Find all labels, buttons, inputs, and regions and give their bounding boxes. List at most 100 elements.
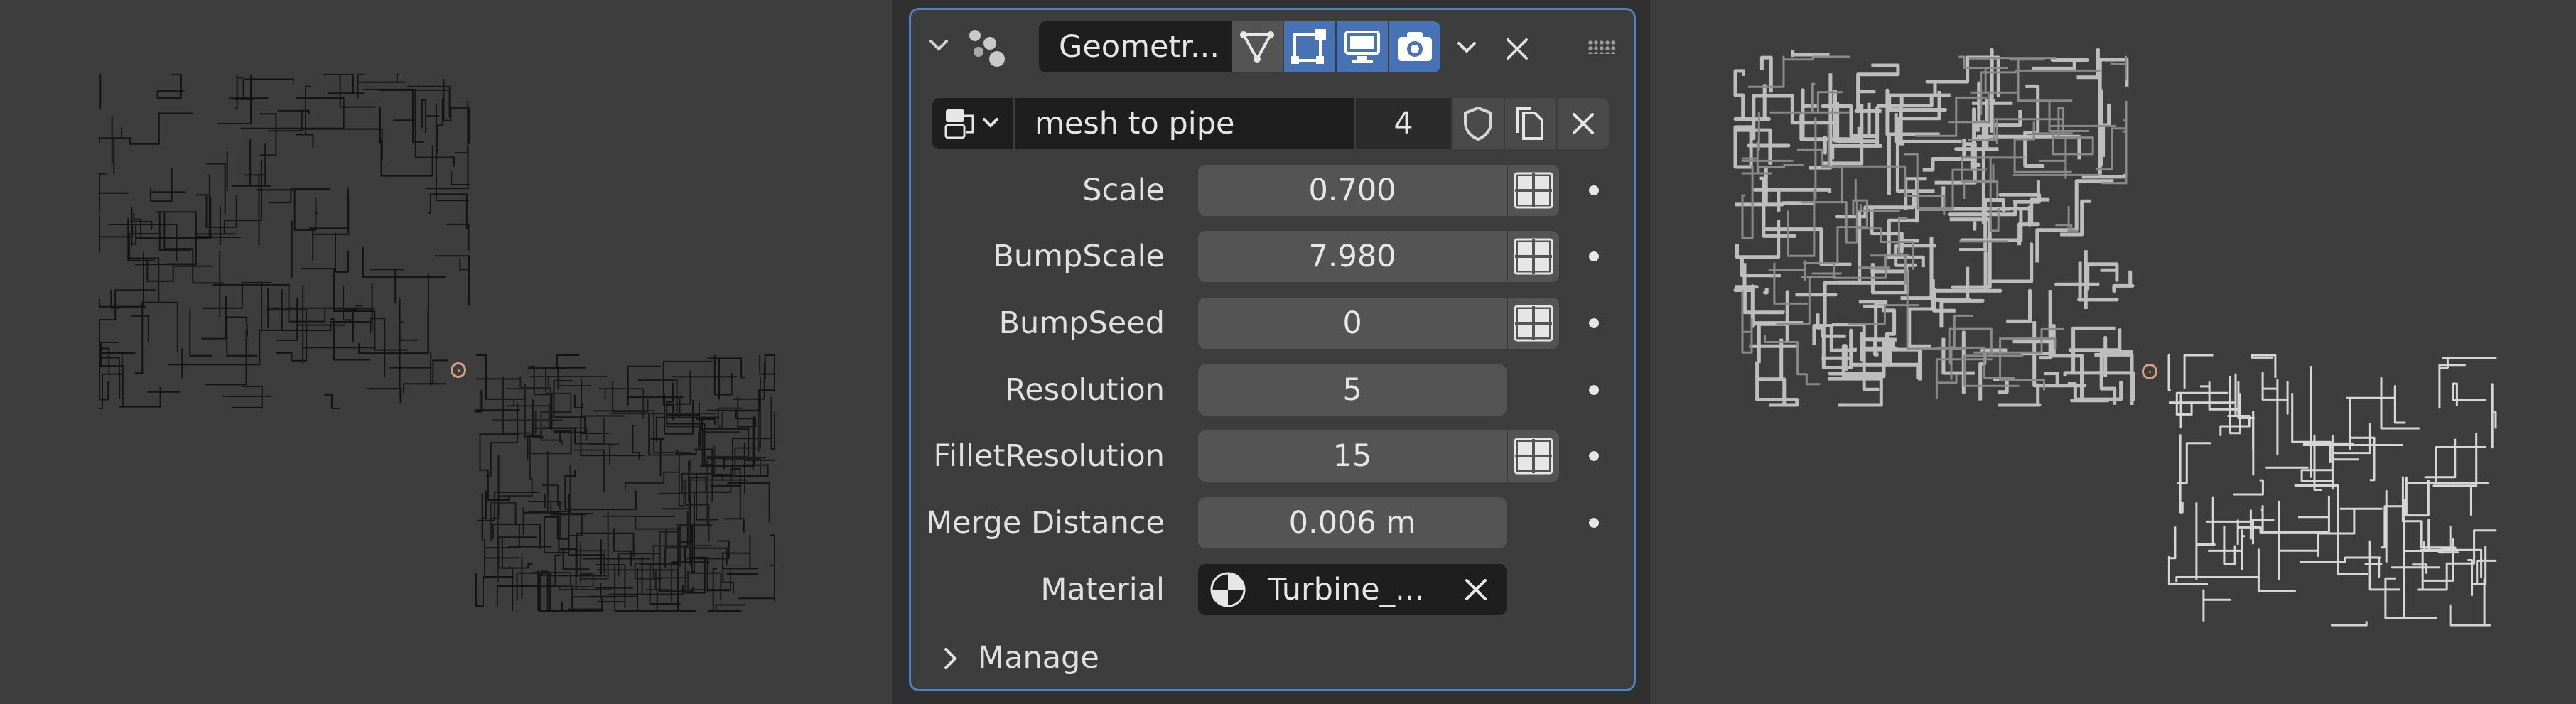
mesh-edge	[259, 113, 277, 156]
show-in-render-toggle[interactable]	[1389, 21, 1440, 72]
mesh-edge	[1836, 199, 1868, 264]
mesh-edge	[1757, 338, 1787, 405]
bumpseed-field[interactable]: 0	[1198, 298, 1507, 349]
mesh-edge	[506, 376, 608, 390]
on-cage-toggle[interactable]	[1284, 21, 1335, 72]
mesh-edge	[2035, 179, 2114, 263]
node-group-name-field[interactable]: mesh to pipe	[1015, 98, 1354, 149]
mesh-edge	[2452, 382, 2486, 406]
mesh-edge	[195, 194, 237, 228]
attribute-toggle-button[interactable]	[1508, 298, 1559, 349]
mesh-edge	[454, 101, 469, 154]
clear-material-close-icon[interactable]	[1464, 578, 1488, 602]
mesh-edge	[335, 232, 350, 273]
mesh-edge	[156, 74, 184, 99]
input-label: BumpScale	[993, 239, 1165, 274]
node-group-users-count[interactable]: 4	[1356, 98, 1451, 149]
mesh-edge	[486, 402, 519, 477]
mesh-edge	[2175, 391, 2229, 416]
mesh-edge	[150, 168, 186, 202]
unlink-node-group-button[interactable]	[1558, 98, 1609, 149]
mesh-edge	[99, 299, 146, 308]
material-selector[interactable]: Turbine_...	[1198, 564, 1507, 615]
modifier-menu-chevron-icon[interactable]	[1456, 37, 1477, 58]
mesh-edge	[588, 417, 620, 445]
mesh-edge	[1733, 69, 1745, 121]
mesh-edge	[130, 315, 150, 342]
mesh-edge	[1773, 262, 1808, 305]
attribute-toggle-button[interactable]	[1508, 430, 1559, 482]
viewport-left[interactable]	[0, 0, 892, 704]
keyframe-dot[interactable]	[1589, 518, 1599, 528]
mesh-edge	[2380, 505, 2405, 549]
mesh-edge	[1922, 157, 1974, 172]
node-group-selector: mesh to pipe 4	[932, 98, 1615, 149]
mesh-edge	[1962, 139, 1974, 172]
mesh-edge	[528, 494, 561, 510]
mesh-edge	[1988, 242, 2034, 283]
mesh-edge	[2449, 578, 2491, 627]
mesh-edge	[770, 534, 775, 602]
mesh-edge	[2055, 206, 2079, 232]
input-row-scale: Scale 0.700	[911, 165, 1634, 216]
mesh-edge	[522, 507, 570, 540]
mesh-edge	[231, 139, 271, 187]
mesh-edge	[1828, 377, 1883, 407]
mesh-edge	[2424, 438, 2457, 479]
mesh-edge	[632, 425, 640, 460]
mesh-edge	[99, 173, 129, 214]
duplicate-node-group-button[interactable]	[1505, 98, 1556, 149]
keyframe-dot[interactable]	[1589, 185, 1599, 195]
mesh-edge	[1757, 290, 1789, 364]
mesh-edge	[276, 298, 346, 341]
attribute-toggle-icon	[1514, 172, 1553, 209]
mesh-edge	[481, 490, 487, 541]
attribute-toggle-button[interactable]	[1508, 231, 1559, 282]
show-in-viewport-toggle[interactable]	[1337, 21, 1388, 72]
resolution-field[interactable]: 5	[1198, 364, 1507, 416]
edit-mode-toggle[interactable]	[1232, 21, 1283, 72]
keyframe-dot[interactable]	[1589, 451, 1599, 461]
mesh-edge	[624, 471, 679, 490]
filletresolution-field[interactable]: 15	[1198, 430, 1507, 482]
drag-handle-icon[interactable]	[1588, 40, 1617, 54]
attribute-toggle-button[interactable]	[1508, 165, 1559, 216]
mesh-edge	[363, 88, 416, 131]
viewport-right[interactable]	[1650, 0, 2576, 704]
mesh-edge	[269, 188, 330, 204]
mesh-edge	[476, 354, 525, 400]
mesh-edge	[475, 573, 514, 607]
collapse-chevron-icon[interactable]	[928, 34, 949, 55]
keyframe-dot[interactable]	[1589, 251, 1599, 261]
mesh-edge	[2167, 526, 2209, 585]
mesh-edge	[738, 564, 775, 600]
scale-field[interactable]: 0.700	[1198, 165, 1507, 216]
mesh-edge	[2349, 397, 2376, 482]
fake-user-button[interactable]	[1453, 98, 1504, 149]
mesh-edge	[1747, 55, 1785, 88]
node-tree-browse-button[interactable]	[932, 98, 1013, 149]
mesh-edge	[733, 355, 775, 400]
remove-modifier-close-icon[interactable]	[1505, 37, 1529, 61]
mesh-edge	[662, 360, 714, 420]
mesh-edge	[1939, 266, 1985, 328]
input-row-resolution: Resolution 5	[911, 364, 1634, 416]
mesh-edge	[2364, 556, 2383, 578]
attribute-toggle-icon	[1514, 305, 1553, 342]
keyframe-dot[interactable]	[1589, 318, 1599, 328]
merge-distance-field[interactable]: 0.006 m	[1198, 497, 1507, 548]
mesh-edge	[2177, 442, 2211, 484]
mesh-edge	[1948, 94, 1990, 124]
keyframe-dot[interactable]	[1589, 385, 1599, 395]
mesh-edge	[2175, 576, 2259, 583]
bumpscale-field[interactable]: 7.980	[1198, 231, 1507, 282]
mesh-edge	[1963, 354, 2024, 387]
mesh-edge	[1831, 143, 1883, 160]
mesh-edge	[1836, 102, 1850, 143]
mesh-edge	[2116, 100, 2128, 185]
modifier-name-field[interactable]: Geometr...	[1039, 21, 1232, 72]
mesh-edge	[134, 215, 197, 266]
mesh-edge	[389, 351, 432, 387]
mesh-edge	[393, 119, 455, 167]
mesh-edge	[2009, 58, 2073, 102]
